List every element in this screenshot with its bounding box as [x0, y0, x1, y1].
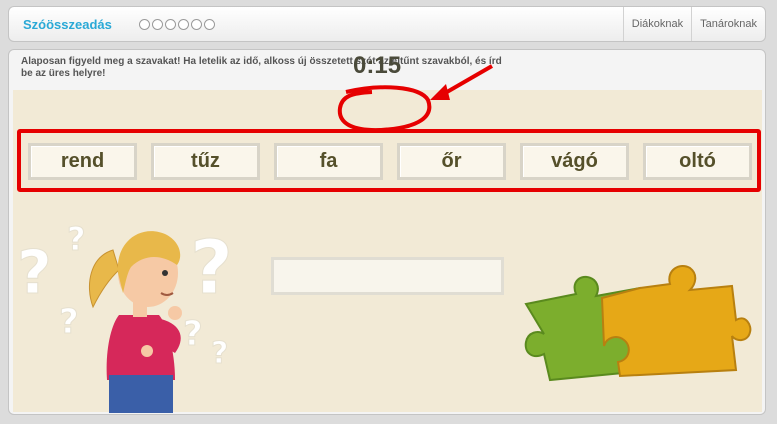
question-mark-icon: ? — [190, 225, 233, 311]
question-mark-icon: ? — [211, 336, 228, 371]
question-mark-icon: ? — [183, 314, 203, 354]
word-tile-4[interactable]: őr — [397, 143, 506, 180]
nav-link-students[interactable]: Diákoknak — [622, 7, 691, 41]
answer-input[interactable] — [271, 257, 504, 295]
word-tile-6[interactable]: oltó — [643, 143, 752, 180]
progress-dots — [139, 19, 215, 30]
word-tile-5[interactable]: vágó — [520, 143, 629, 180]
question-mark-icon: ? — [17, 238, 52, 308]
word-row: rend tűz fa őr vágó oltó — [17, 129, 761, 192]
instruction-text: Alaposan figyeld meg a szavakat! Ha lete… — [21, 56, 502, 79]
word-tile-1[interactable]: rend — [28, 143, 137, 180]
top-bar: Szóösszeadás Diákoknak Tanároknak — [8, 6, 766, 42]
puzzle-pieces-icon — [524, 265, 752, 382]
question-mark-icon: ? — [67, 220, 86, 258]
word-tile-2[interactable]: tűz — [151, 143, 260, 180]
progress-dot — [152, 19, 163, 30]
progress-dot — [191, 19, 202, 30]
nav-link-teachers[interactable]: Tanároknak — [691, 7, 765, 41]
question-mark-icon: ? — [59, 302, 79, 342]
progress-dot — [178, 19, 189, 30]
progress-dot — [204, 19, 215, 30]
thinking-girl-illustration: ? ? ? ? ? ? — [17, 220, 233, 413]
progress-dot — [165, 19, 176, 30]
word-tile-3[interactable]: fa — [274, 143, 383, 180]
app-title[interactable]: Szóösszeadás — [23, 17, 112, 32]
countdown-timer: 0:15 — [353, 52, 402, 79]
progress-dot — [139, 19, 150, 30]
top-nav: Diákoknak Tanároknak — [622, 7, 765, 41]
